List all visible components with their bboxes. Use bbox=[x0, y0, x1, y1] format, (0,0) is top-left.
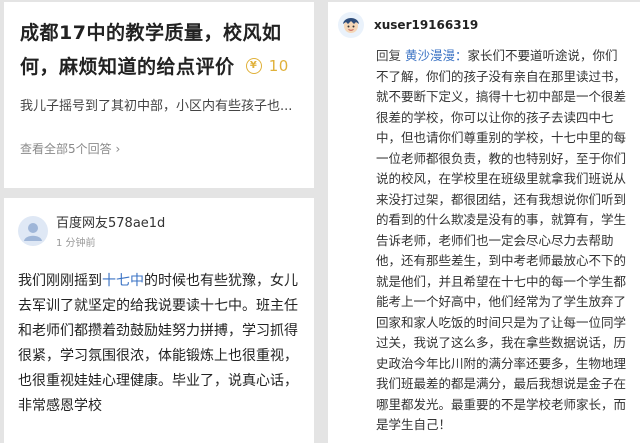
reply-user-row: xuser19166319 bbox=[338, 12, 630, 38]
answer-card-right: xuser19166319 回复 黄沙漫漫：家长们不要道听途说，你们不了解，你们… bbox=[328, 2, 640, 443]
question-title[interactable]: 成都17中的教学质量，校风如何，麻烦知道的给点评价 ¥ 10 bbox=[20, 16, 302, 84]
answer-user-name[interactable]: 百度网友578ae1d bbox=[56, 212, 165, 231]
question-summary-text: 我儿子摇号到了其初中部，小区内有些孩子也... bbox=[20, 99, 293, 114]
question-summary: 我儿子摇号到了其初中部，小区内有些孩子也... 展开 bbox=[20, 96, 302, 118]
avatar[interactable] bbox=[18, 215, 48, 246]
avatar[interactable] bbox=[338, 12, 364, 38]
user-avatar-icon bbox=[24, 222, 42, 241]
reward-value: 10 bbox=[268, 56, 289, 75]
reply-mention[interactable]: 黄沙漫漫： bbox=[405, 48, 468, 63]
coin-icon: ¥ bbox=[245, 57, 262, 74]
answer-card-left: 百度网友578ae1d 1 分钟前 我们刚刚摇到十七中的时候也有些犹豫，女儿去军… bbox=[4, 198, 314, 443]
question-title-text[interactable]: 成都17中的教学质量，校风如何，麻烦知道的给点评价 bbox=[20, 22, 281, 78]
question-card[interactable]: 成都17中的教学质量，校风如何，麻烦知道的给点评价 ¥ 10 我儿子摇号到了其初… bbox=[4, 2, 314, 188]
school-link[interactable]: 十七中 bbox=[102, 273, 144, 289]
answer-text-start: 我们刚刚摇到 bbox=[18, 273, 102, 289]
answer-text-rest: 的时候也有些犹豫，女儿去军训了就坚定的给我说要读十七中。班主任和老师们都攒着劲鼓… bbox=[18, 273, 298, 414]
reply-text: 回复 黄沙漫漫：家长们不要道听途说，你们不了解，你们的孩子没有亲自在那里读过书，… bbox=[376, 46, 630, 436]
answer-user-row: 百度网友578ae1d 1 分钟前 bbox=[18, 212, 302, 249]
view-all-answers-link[interactable]: 查看全部5个回答 › bbox=[20, 140, 302, 157]
answer-time: 1 分钟前 bbox=[56, 238, 96, 249]
reply-body: 家长们不要道听途说，你们不了解，你们的孩子没有亲自在那里读过书，就不要断下定义，… bbox=[376, 48, 627, 432]
reply-label: 回复 bbox=[376, 48, 402, 63]
reply-user-name[interactable]: xuser19166319 bbox=[374, 18, 478, 32]
answer-text: 我们刚刚摇到十七中的时候也有些犹豫，女儿去军训了就坚定的给我说要读十七中。班主任… bbox=[18, 269, 302, 419]
user-avatar-icon bbox=[343, 18, 359, 33]
